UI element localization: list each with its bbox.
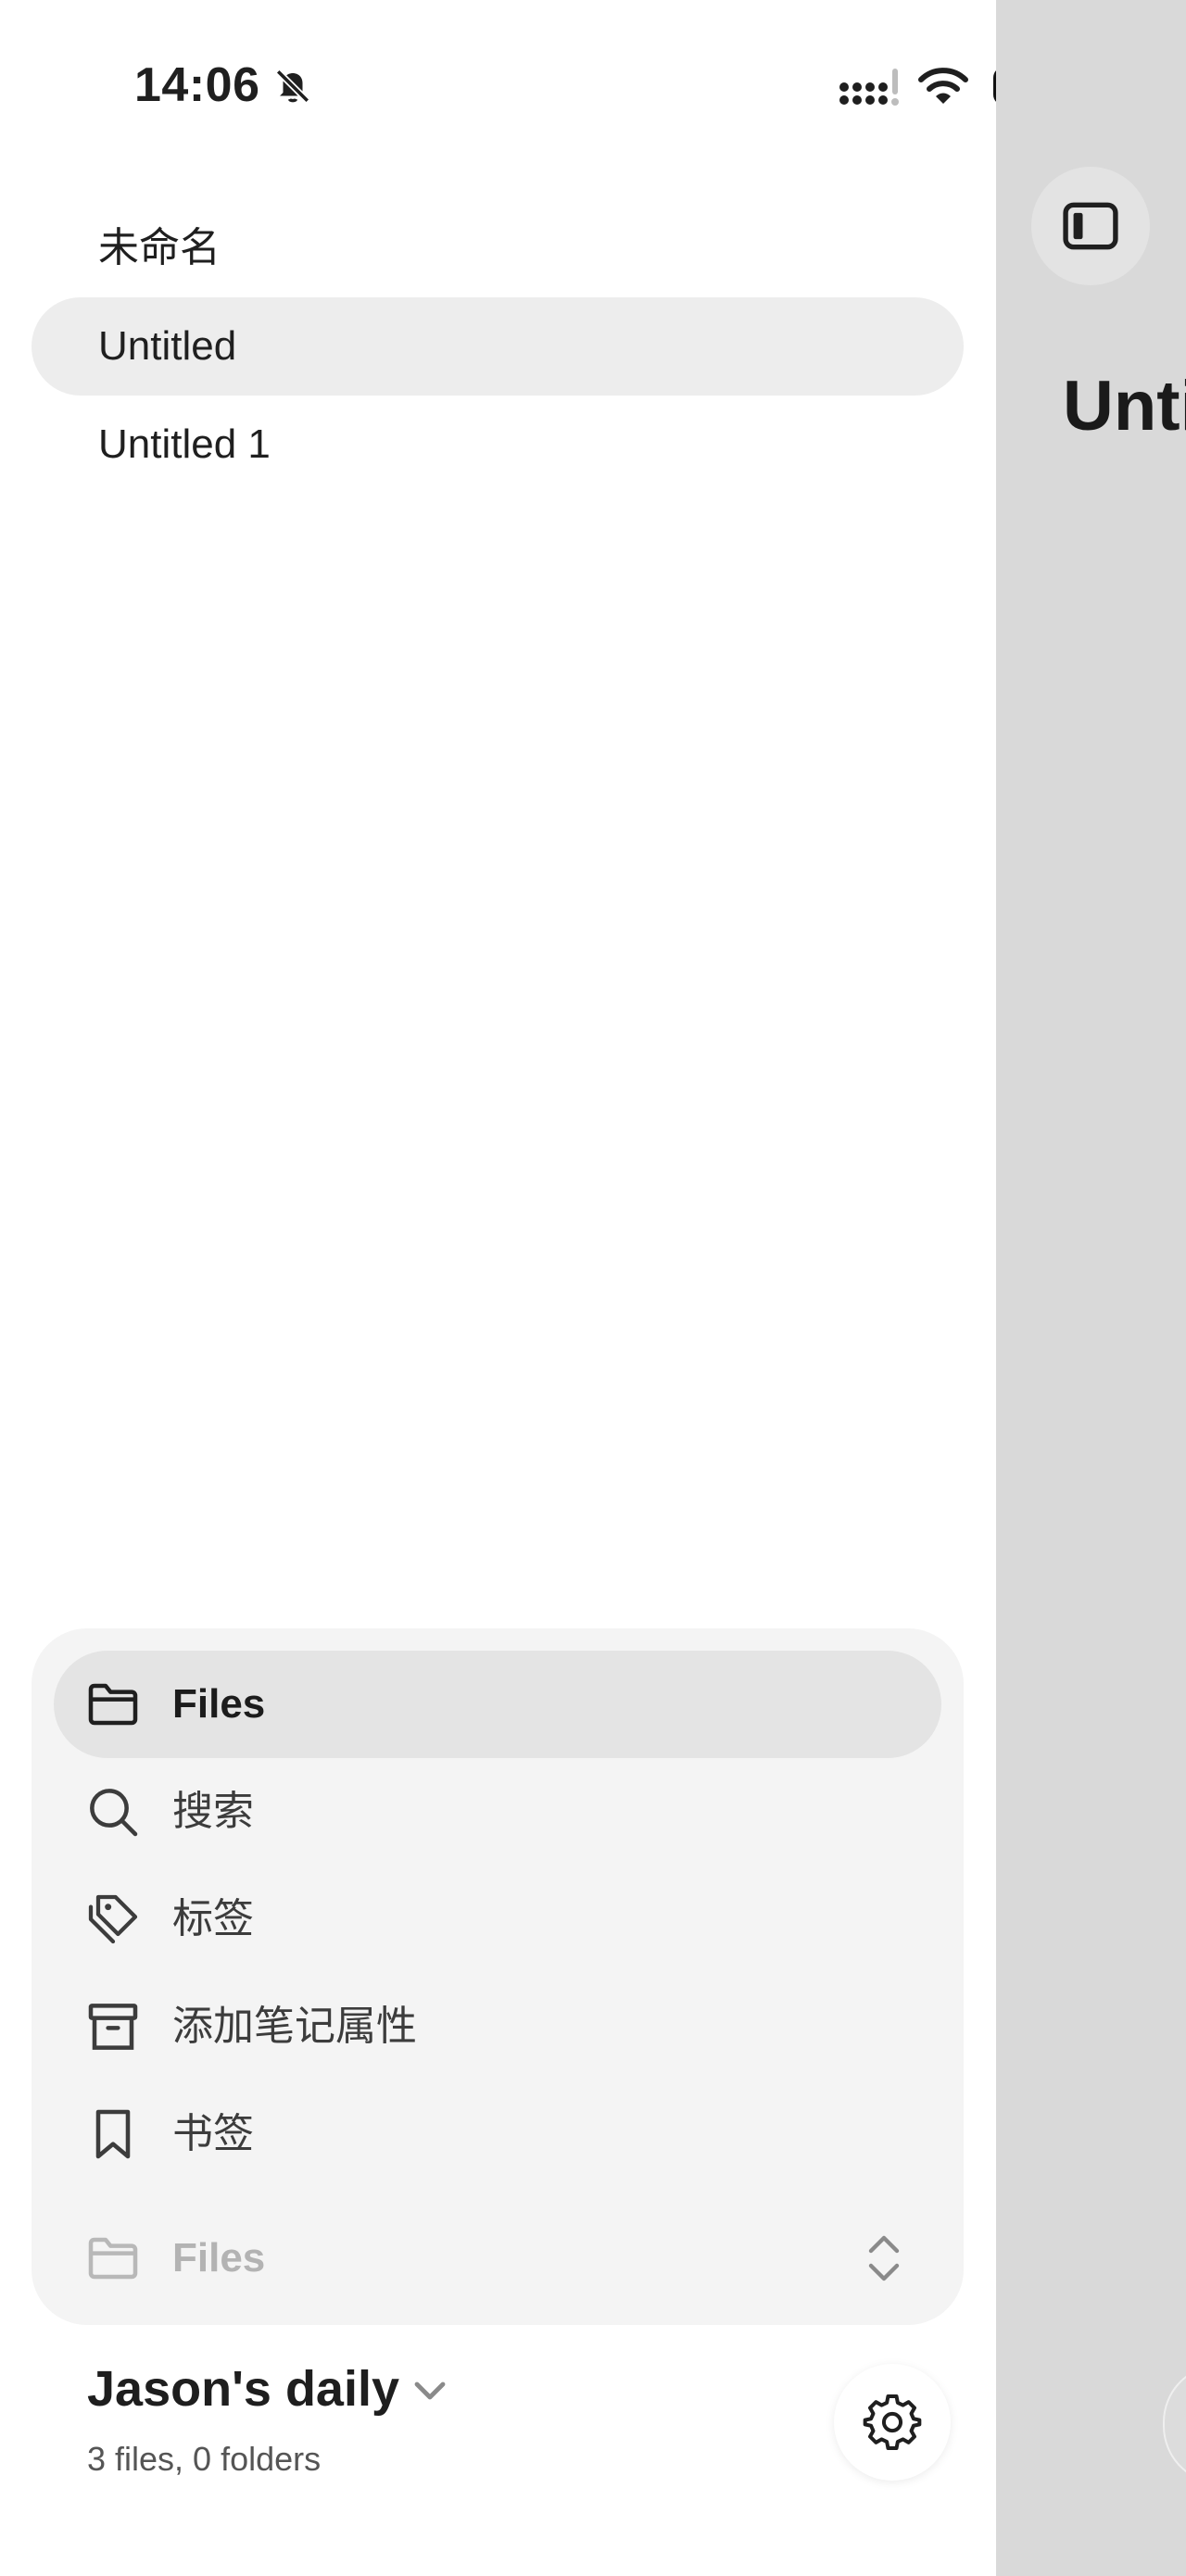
nav-item-label: 标签	[172, 1896, 254, 1941]
nav-item-tags[interactable]: 标签	[54, 1866, 941, 1973]
file-item-active[interactable]: Untitled	[32, 297, 964, 396]
nav-item-label: 搜索	[172, 1789, 254, 1834]
archive-icon	[88, 2004, 138, 2050]
cellular-signal-icon	[839, 69, 899, 106]
folder-icon	[88, 2237, 138, 2280]
vault-name[interactable]: Jason's daily	[87, 2360, 399, 2418]
bell-muted-icon	[275, 69, 310, 104]
sidebar-drawer: 14:06 36 未命名 Untitled Untitled 1	[0, 0, 1079, 2576]
bookmark-icon	[95, 2109, 131, 2159]
floating-action-button[interactable]	[1163, 2364, 1186, 2484]
gear-icon	[863, 2394, 922, 2450]
vault-info: 3 files, 0 folders	[87, 2440, 322, 2478]
current-view-selector[interactable]: Files	[54, 2205, 941, 2312]
settings-button[interactable]	[834, 2364, 951, 2481]
note-title[interactable]: Untitled	[1063, 366, 1186, 446]
sidebar-icon	[1063, 202, 1118, 250]
sidebar-toggle-button[interactable]	[1031, 167, 1150, 285]
note-pane: Untitled	[996, 0, 1186, 2576]
chevron-down-icon[interactable]	[411, 2379, 448, 2405]
search-icon	[90, 1789, 138, 1837]
nav-item-label: 书签	[172, 2111, 254, 2156]
folder-icon	[88, 1683, 138, 1726]
nav-item-properties[interactable]: 添加笔记属性	[54, 1973, 941, 2080]
nav-item-search[interactable]: 搜索	[54, 1758, 941, 1866]
status-time: 14:06	[134, 58, 260, 112]
nav-item-label: 添加笔记属性	[172, 2004, 417, 2049]
chevron-up-down-icon	[868, 2235, 900, 2281]
current-view-label: Files	[172, 2235, 266, 2281]
nav-item-bookmarks[interactable]: 书签	[54, 2080, 941, 2188]
view-switcher-card: Files 搜索 标签 添加笔记属性 书签 Files	[32, 1628, 964, 2325]
tag-icon	[88, 1894, 138, 1944]
nav-item-files[interactable]: Files	[54, 1651, 941, 1758]
wifi-icon	[918, 68, 968, 104]
file-item[interactable]: Untitled 1	[32, 396, 964, 494]
nav-item-label: Files	[172, 1681, 266, 1727]
file-list: 未命名 Untitled Untitled 1	[32, 199, 964, 494]
file-item[interactable]: 未命名	[32, 199, 964, 297]
